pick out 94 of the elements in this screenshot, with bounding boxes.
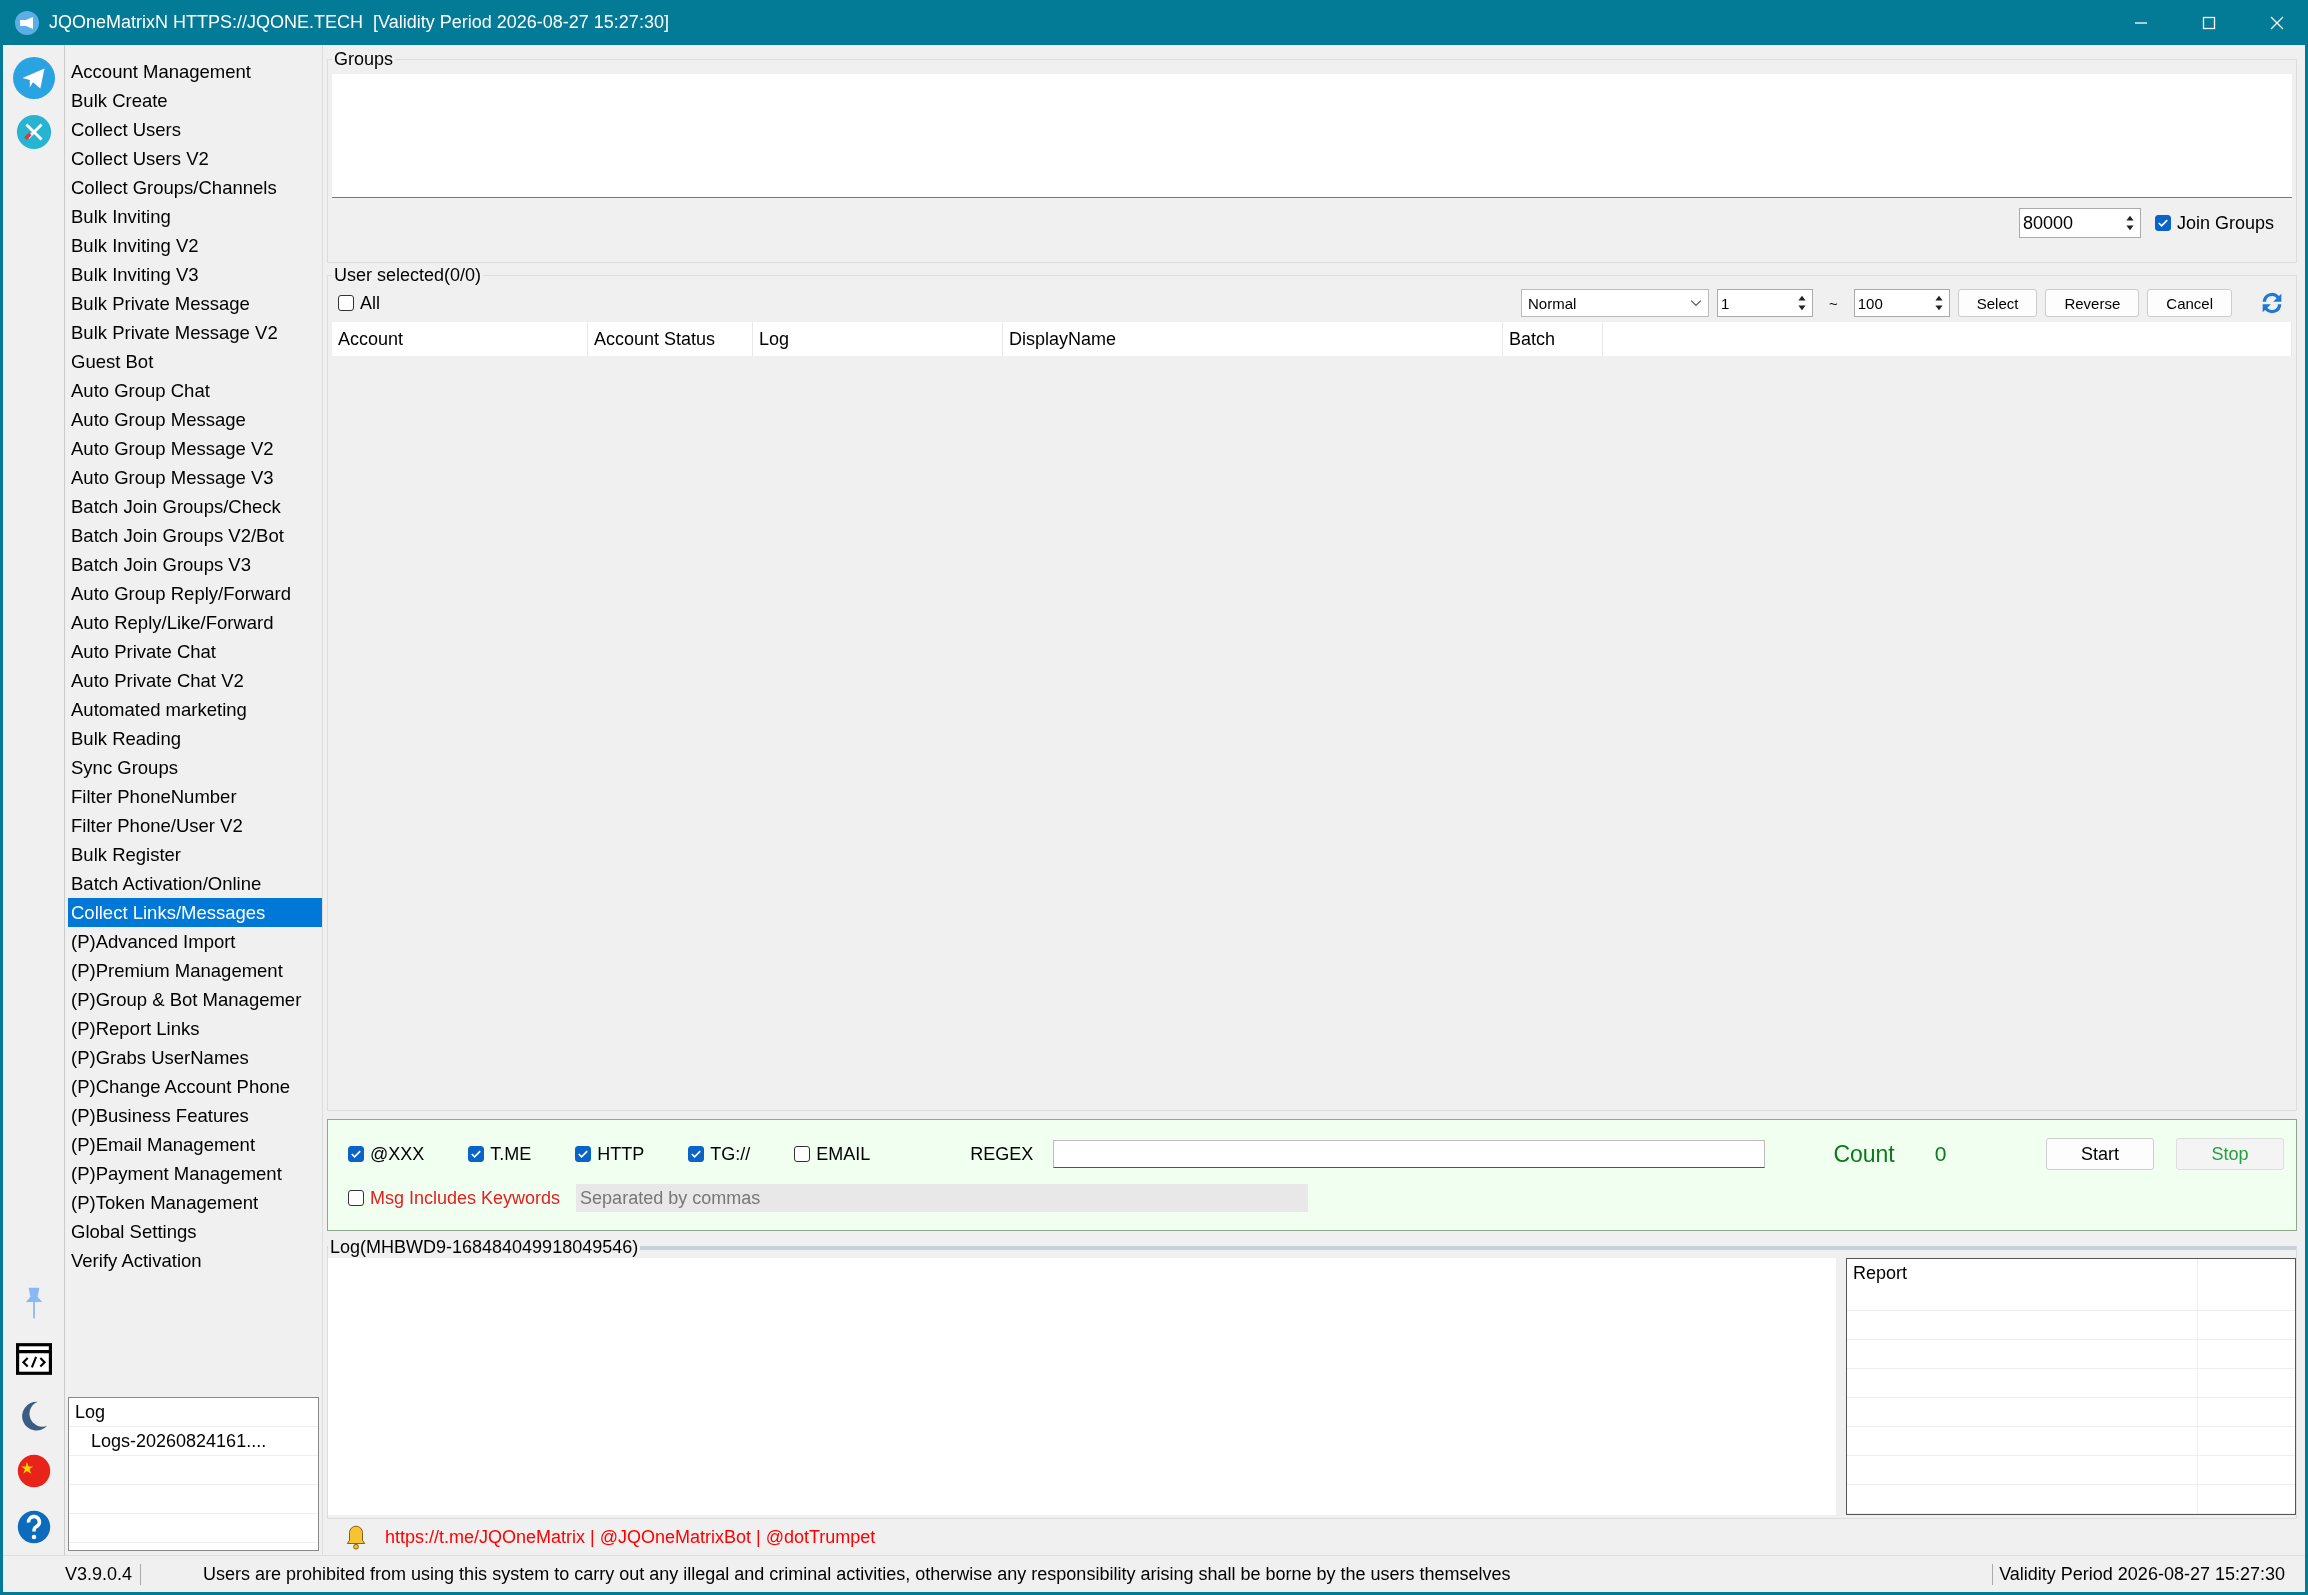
count-value: 0 — [1934, 1142, 1947, 1166]
keywords-field[interactable]: Separated by commas — [576, 1184, 1309, 1212]
menu-item[interactable]: (P)Premium Management — [68, 956, 322, 985]
menu-item[interactable]: Auto Group Message V2 — [68, 434, 322, 463]
menu-item[interactable]: (P)Token Management — [68, 1188, 322, 1217]
menu-item[interactable]: Bulk Create — [68, 86, 322, 115]
menu-item[interactable]: Bulk Inviting V3 — [68, 260, 322, 289]
count-label: Count — [1833, 1140, 1895, 1168]
window-title: JQOneMatrixN HTTPS://JQONE.TECH [Validity Period 2026-08-27 15:27:30] — [49, 12, 669, 33]
menu-item[interactable]: Bulk Private Message — [68, 289, 322, 318]
menu-item[interactable]: Auto Group Message V3 — [68, 463, 322, 492]
menu-item[interactable]: Global Settings — [68, 1217, 322, 1246]
validity-label: Validity Period 2026-08-27 15:27:30 — [1992, 1563, 2305, 1585]
menu-item[interactable]: Auto Private Chat V2 — [68, 666, 322, 695]
users-title: User selected(0/0) — [333, 265, 483, 286]
menu-item[interactable]: Bulk Inviting — [68, 202, 322, 231]
menu-item[interactable]: Batch Join Groups V2/Bot — [68, 521, 322, 550]
menu-item[interactable]: Collect Groups/Channels — [68, 173, 322, 202]
menu-item[interactable]: Auto Group Message — [68, 405, 322, 434]
menu-item[interactable]: (P)Report Links — [68, 1014, 322, 1043]
menu-item[interactable]: (P)Change Account Phone — [68, 1072, 322, 1101]
menu-item[interactable]: Auto Group Reply/Forward — [68, 579, 322, 608]
menu-item[interactable]: Batch Join Groups V3 — [68, 550, 322, 579]
column-header: Batch — [1509, 328, 1556, 350]
contact-links[interactable]: https://t.me/JQOneMatrix | @JQOneMatrixBot | @dotTrumpet — [385, 1526, 876, 1548]
menu-item[interactable]: (P)Email Management — [68, 1130, 322, 1159]
toolbar-button[interactable]: Reverse — [2045, 289, 2140, 317]
menu-item[interactable]: Guest Bot — [68, 347, 322, 376]
menu-item[interactable]: Automated marketing — [68, 695, 322, 724]
chevron-down-icon — [1689, 299, 1702, 307]
range-from-spinner[interactable]: 1 — [1716, 289, 1813, 317]
paper-plane-icon[interactable] — [12, 57, 55, 99]
menu-item[interactable]: Bulk Private Message V2 — [68, 318, 322, 347]
filter-checkbox[interactable]: HTTP — [575, 1143, 645, 1165]
groups-title: Groups — [333, 49, 395, 70]
groups-input[interactable] — [332, 74, 2292, 198]
menu-item[interactable]: (P)Group & Bot Managemer — [68, 985, 322, 1014]
version-label: V3.9.0.4 — [3, 1563, 141, 1585]
menu-item[interactable]: (P)Payment Management — [68, 1159, 322, 1188]
maximize-icon[interactable] — [2201, 14, 2217, 31]
tools-icon[interactable] — [14, 113, 53, 151]
menu-item[interactable]: Bulk Reading — [68, 724, 322, 753]
menu-item[interactable]: Collect Users — [68, 115, 322, 144]
menu-item[interactable]: Auto Private Chat — [68, 637, 322, 666]
column-header: Account — [338, 328, 404, 350]
menu-item[interactable]: Filter PhoneNumber — [68, 782, 322, 811]
column-header: Report — [1853, 1263, 1908, 1284]
limit-spinner[interactable]: 80000 — [2018, 208, 2141, 238]
keywords-checkbox[interactable]: Msg Includes Keywords — [348, 1187, 561, 1209]
filter-checkbox[interactable]: @XXX — [348, 1143, 425, 1165]
log-file-item[interactable]: Logs-20260824161.... — [69, 1430, 267, 1452]
menu-item[interactable]: Auto Group Chat — [68, 376, 322, 405]
menu-item[interactable]: Filter Phone/User V2 — [68, 811, 322, 840]
spin-arrows-icon[interactable] — [1932, 293, 1945, 313]
log-title: Log(MHBWD9-168484049918049546) — [329, 1237, 640, 1258]
column-header: Log — [74, 1401, 106, 1423]
action-button[interactable]: Start — [2046, 1138, 2154, 1170]
column-header: Log — [759, 328, 790, 350]
flag-icon[interactable] — [15, 1453, 52, 1489]
filter-checkbox[interactable]: EMAIL — [794, 1143, 871, 1165]
filter-checkbox[interactable]: T.ME — [468, 1143, 532, 1165]
menu-item[interactable]: (P)Business Features — [68, 1101, 322, 1130]
menu-item[interactable]: (P)Grabs UserNames — [68, 1043, 322, 1072]
code-window-icon[interactable] — [15, 1341, 52, 1377]
menu-item[interactable]: Collect Users V2 — [68, 144, 322, 173]
regex-field[interactable] — [1053, 1140, 1766, 1168]
menu-item[interactable]: Sync Groups — [68, 753, 322, 782]
menu-item[interactable]: Batch Join Groups/Check — [68, 492, 322, 521]
toolbar-button[interactable]: Select — [1957, 289, 2038, 317]
range-separator: ~ — [1828, 294, 1838, 312]
menu-item[interactable]: Bulk Inviting V2 — [68, 231, 322, 260]
close-icon[interactable] — [2269, 14, 2285, 31]
help-icon[interactable] — [15, 1509, 52, 1545]
menu-item[interactable]: Bulk Register — [68, 840, 322, 869]
menu-item[interactable]: Auto Reply/Like/Forward — [68, 608, 322, 637]
menu-item[interactable]: Verify Activation — [68, 1246, 322, 1275]
column-header: DisplayName — [1009, 328, 1117, 350]
filter-checkbox[interactable]: TG:// — [688, 1143, 751, 1165]
join-groups-checkbox[interactable]: Join Groups — [2154, 212, 2274, 234]
select-all-checkbox[interactable]: All — [338, 292, 380, 314]
menu-item[interactable]: Collect Links/Messages — [68, 898, 322, 927]
menu-item[interactable]: Batch Activation/Online — [68, 869, 322, 898]
spin-arrows-icon[interactable] — [1795, 293, 1808, 313]
app-logo-icon — [15, 10, 39, 35]
legal-notice: Users are prohibited from using this system to carry out any illegal and criminal activities, otherwise any responsibility arising shall be borne by the users themselves — [203, 1563, 1511, 1585]
regex-label: REGEX — [970, 1143, 1034, 1165]
column-header: Account Status — [594, 328, 716, 350]
toolbar-button[interactable]: Cancel — [2147, 289, 2232, 317]
bell-icon — [345, 1524, 367, 1550]
range-to-spinner[interactable]: 100 — [1853, 289, 1950, 317]
mode-dropdown[interactable]: Normal — [1520, 289, 1709, 317]
spin-arrows-icon[interactable] — [2123, 213, 2136, 233]
menu-item[interactable]: Account Management — [68, 57, 322, 86]
menu-item[interactable]: (P)Advanced Import — [68, 927, 322, 956]
